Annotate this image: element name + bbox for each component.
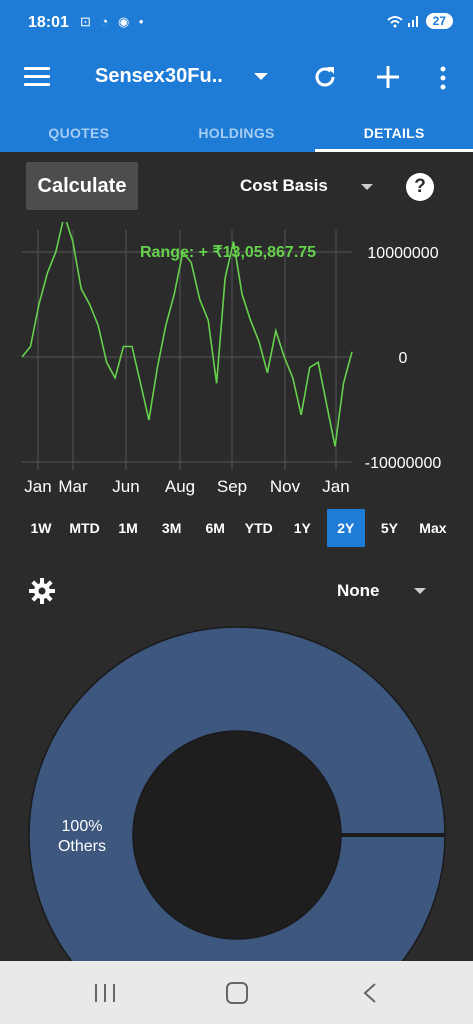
group-select[interactable]: None xyxy=(337,581,380,601)
allocation-donut-chart xyxy=(28,626,446,961)
notification-icons: ⊡ ◔ ◉ • xyxy=(80,14,147,29)
x-tick-label: Sep xyxy=(217,477,247,496)
chevron-down-icon[interactable] xyxy=(361,184,373,190)
donut-hole xyxy=(132,730,342,940)
basis-select[interactable]: Cost Basis xyxy=(240,176,328,196)
app-bar: Sensex30Fu.. xyxy=(0,52,473,104)
period-selector: 1W MTD 1M 3M 6M YTD 1Y 2Y 5Y Max xyxy=(22,509,452,547)
x-tick-label: Mar xyxy=(58,477,88,496)
period-1m[interactable]: 1M xyxy=(109,509,147,547)
add-icon[interactable] xyxy=(375,64,401,90)
x-tick-label: Jun xyxy=(112,477,139,496)
gear-icon[interactable] xyxy=(28,577,56,605)
battery-indicator: 27 xyxy=(425,13,453,29)
period-3m[interactable]: 3M xyxy=(153,509,191,547)
x-tick-label: Nov xyxy=(270,477,301,496)
system-nav-bar xyxy=(0,961,473,1024)
tab-bar: QUOTES HOLDINGS DETAILS xyxy=(0,104,473,152)
menu-icon[interactable] xyxy=(24,67,50,87)
back-icon[interactable] xyxy=(362,983,378,1003)
tab-quotes[interactable]: QUOTES xyxy=(0,104,158,152)
period-2y[interactable]: 2Y xyxy=(326,509,365,547)
help-icon[interactable]: ? xyxy=(406,173,434,201)
home-icon[interactable] xyxy=(226,982,248,1004)
period-mtd[interactable]: MTD xyxy=(66,509,104,547)
slice-label-others: 100% Others xyxy=(40,817,124,857)
performance-chart: 10000000 0 -10000000 Jan Mar Jun Aug Sep Nov Jan xyxy=(21,222,442,496)
x-tick-label: Jan xyxy=(24,477,51,496)
period-6m[interactable]: 6M xyxy=(196,509,234,547)
x-tick-label: Aug xyxy=(165,477,195,496)
x-tick-label: Jan xyxy=(322,477,349,496)
y-tick-label: 10000000 xyxy=(367,245,438,262)
status-time: 18:01 xyxy=(28,14,69,31)
status-bar: 18:01 ⊡ ◔ ◉ • 27 xyxy=(0,0,473,52)
y-tick-label: -10000000 xyxy=(365,455,442,472)
portfolio-title[interactable]: Sensex30Fu.. xyxy=(95,65,223,88)
period-1w[interactable]: 1W xyxy=(22,509,60,547)
wifi-signal-icon xyxy=(386,16,418,28)
period-5y[interactable]: 5Y xyxy=(370,509,408,547)
status-right: 27 xyxy=(386,13,453,29)
refresh-icon[interactable] xyxy=(312,64,338,90)
tab-holdings[interactable]: HOLDINGS xyxy=(158,104,316,152)
tab-details[interactable]: DETAILS xyxy=(315,104,473,152)
calculate-button[interactable]: Calculate xyxy=(26,162,138,210)
chevron-down-icon[interactable] xyxy=(414,588,426,594)
period-max[interactable]: Max xyxy=(414,509,452,547)
period-ytd[interactable]: YTD xyxy=(240,509,278,547)
chevron-down-icon[interactable] xyxy=(254,73,268,80)
y-tick-label: 0 xyxy=(399,350,408,367)
recent-apps-icon[interactable] xyxy=(94,983,116,1003)
more-vert-icon[interactable] xyxy=(436,65,450,91)
range-annotation: Range: + ₹13,05,867.75 xyxy=(140,244,317,261)
period-1y[interactable]: 1Y xyxy=(283,509,321,547)
slice-percent: 100% xyxy=(61,818,103,835)
slice-name: Others xyxy=(57,838,106,855)
